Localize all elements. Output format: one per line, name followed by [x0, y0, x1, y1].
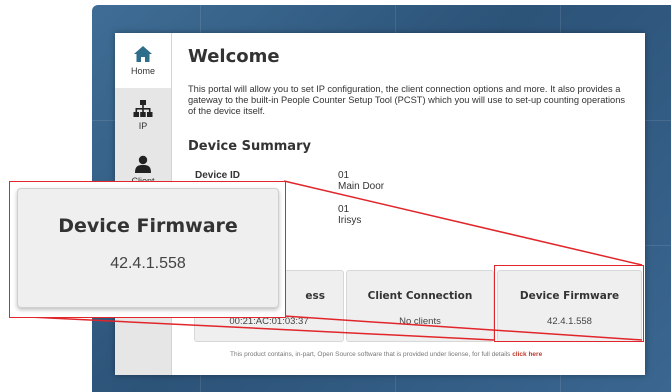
zoomed-firmware-label: Device Firmware — [58, 215, 238, 237]
zoomed-firmware-value: 42.4.1.558 — [110, 255, 186, 272]
zoomed-firmware-card: Device Firmware 42.4.1.558 — [17, 188, 279, 308]
